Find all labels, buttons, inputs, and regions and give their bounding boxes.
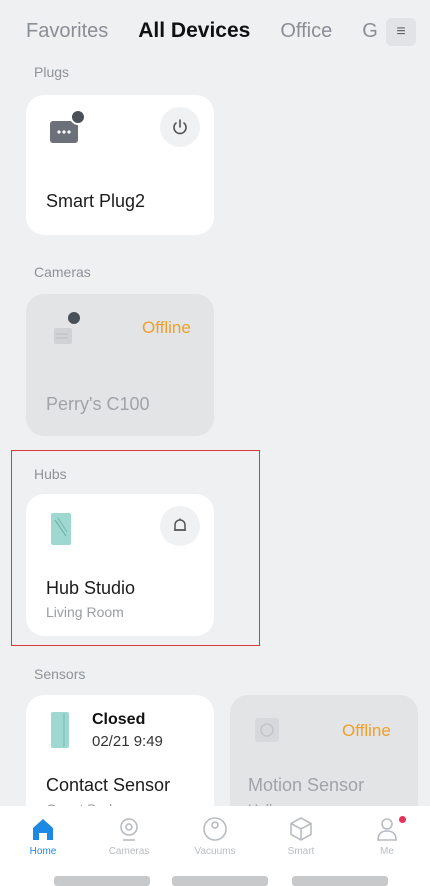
system-nav-bar xyxy=(172,876,268,886)
nav-label: Home xyxy=(29,846,57,857)
nav-label: Me xyxy=(380,846,394,857)
sensor-state: Closed xyxy=(92,711,146,728)
vacuum-icon xyxy=(203,817,227,841)
bottom-nav: Home Cameras Vacuums Smart Me xyxy=(0,806,430,886)
home-icon xyxy=(33,819,53,840)
offline-status: Offline xyxy=(342,721,391,740)
section-cameras: Cameras xyxy=(34,264,91,280)
nav-home[interactable]: Home xyxy=(0,806,86,886)
nav-vacuums[interactable]: Vacuums xyxy=(172,806,258,886)
notification-dot xyxy=(399,816,406,823)
nav-label: Vacuums xyxy=(194,846,236,857)
power-icon xyxy=(173,119,187,135)
section-sensors: Sensors xyxy=(34,666,86,682)
motion-sensor-device-icon xyxy=(254,717,280,748)
system-nav-bar xyxy=(54,876,150,886)
nav-cameras[interactable]: Cameras xyxy=(86,806,172,886)
device-group-tabs: Favorites All Devices Office G xyxy=(0,0,430,62)
device-name: Contact Sensor xyxy=(46,775,171,795)
section-plugs: Plugs xyxy=(34,64,70,80)
nav-label: Smart xyxy=(287,846,315,857)
nav-label: Cameras xyxy=(108,846,150,857)
tab-favorites[interactable]: Favorites xyxy=(26,20,108,43)
device-name: Smart Plug2 xyxy=(46,191,146,211)
shared-badge-icon xyxy=(66,310,82,326)
device-name: Motion Sensor xyxy=(248,775,365,795)
device-room: Living Room xyxy=(46,604,124,620)
tab-office[interactable]: Office xyxy=(280,20,332,43)
person-icon xyxy=(377,818,397,841)
device-card-smart-plug[interactable]: Smart Plug2 xyxy=(26,95,214,235)
bell-icon xyxy=(174,518,186,531)
device-name: Perry's C100 xyxy=(46,394,150,414)
contact-sensor-device-icon xyxy=(50,711,70,754)
device-card-camera[interactable]: Offline Perry's C100 xyxy=(26,294,214,436)
shared-badge-icon xyxy=(70,109,86,125)
offline-status: Offline xyxy=(142,318,191,337)
power-button[interactable] xyxy=(160,107,200,147)
hub-device-icon xyxy=(50,512,72,551)
system-nav-bar xyxy=(292,876,388,886)
nav-me[interactable]: Me xyxy=(344,806,430,886)
alarm-bell-button[interactable] xyxy=(160,506,200,546)
tab-all-devices[interactable]: All Devices xyxy=(138,19,250,43)
device-name: Hub Studio xyxy=(46,578,136,598)
tab-partial[interactable]: G xyxy=(362,20,378,43)
section-hubs: Hubs xyxy=(34,466,67,482)
device-card-hub[interactable]: Hub Studio Living Room xyxy=(26,494,214,636)
nav-smart[interactable]: Smart xyxy=(258,806,344,886)
camera-icon xyxy=(120,818,138,841)
sensor-time: 02/21 9:49 xyxy=(92,733,163,750)
tab-menu-icon[interactable]: ≡ xyxy=(386,18,416,46)
smart-cube-icon xyxy=(290,817,312,841)
